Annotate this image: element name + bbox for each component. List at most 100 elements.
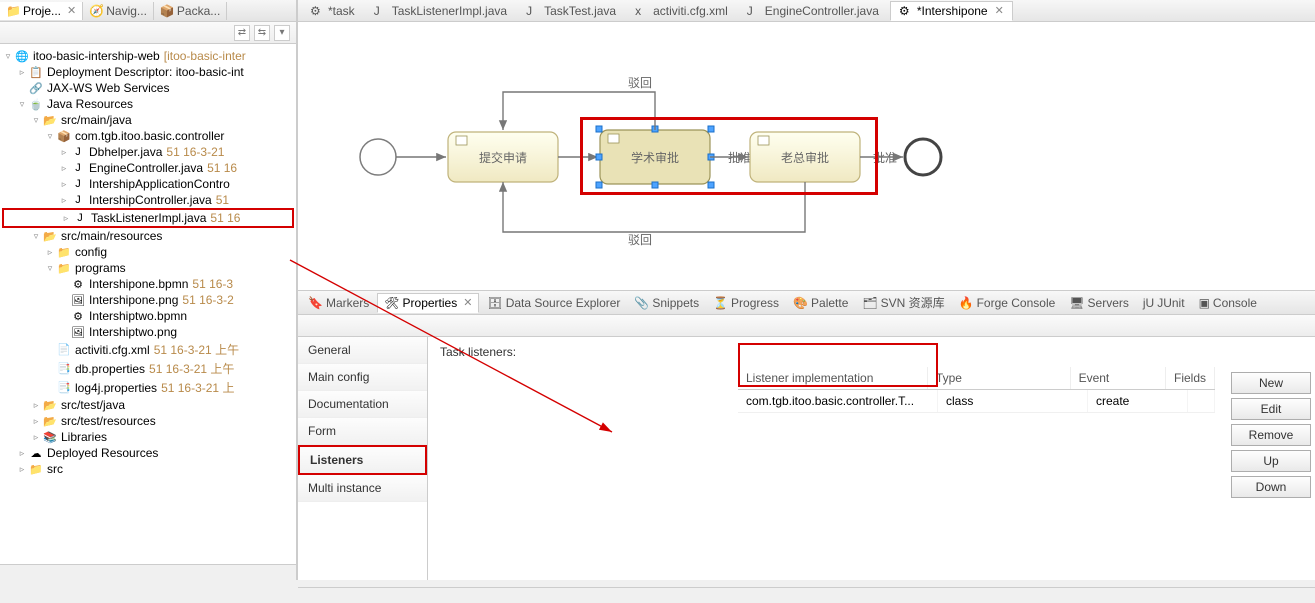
- bpmn-canvas[interactable]: 提交申请 学术审批 批准: [298, 22, 1315, 290]
- tree-item[interactable]: ▿📁programs: [2, 260, 294, 276]
- prop-nav-form[interactable]: Form: [298, 418, 427, 445]
- tree-file[interactable]: ▹JIntershipApplicationContro: [2, 176, 294, 192]
- tab-junit[interactable]: jUJUnit: [1137, 294, 1191, 312]
- start-event[interactable]: [360, 139, 396, 175]
- tree-file[interactable]: 📑db.properties51 16-3-21 上午: [2, 359, 294, 378]
- editor-tab-task[interactable]: ⚙*task: [302, 2, 364, 20]
- cell-fields: [1188, 390, 1215, 412]
- view-menu-button[interactable]: ▾: [274, 25, 290, 41]
- edit-button[interactable]: Edit: [1231, 398, 1311, 420]
- editor-tab-enginectrl[interactable]: JEngineController.java: [739, 2, 888, 20]
- tree-item[interactable]: ▹📂src/test/java: [2, 397, 294, 413]
- properties-icon: 🛠: [384, 296, 399, 310]
- prop-nav-mainconfig[interactable]: Main config: [298, 364, 427, 391]
- png-icon: 🖼: [70, 325, 86, 339]
- tree-file[interactable]: ▹JEngineController.java51 16: [2, 160, 294, 176]
- tab-servers[interactable]: 🖥Servers: [1063, 294, 1135, 312]
- tree-item[interactable]: ▹☁Deployed Resources: [2, 445, 294, 461]
- tab-progress[interactable]: ⏳Progress: [707, 294, 785, 312]
- tree-file[interactable]: ▹JIntershipController.java51: [2, 192, 294, 208]
- end-event[interactable]: [905, 139, 941, 175]
- content-scrollbar[interactable]: [298, 587, 1315, 603]
- tree-item[interactable]: ▹📚Libraries: [2, 429, 294, 445]
- user-task-icon: [608, 134, 619, 143]
- tree-file[interactable]: ⚙Intershipone.bpmn51 16-3: [2, 276, 294, 292]
- collapse-all-button[interactable]: ⇄: [234, 25, 250, 41]
- java-file-icon: J: [526, 4, 540, 18]
- bpmn-icon: ⚙: [70, 277, 86, 291]
- tree-item[interactable]: ▹📁src: [2, 461, 294, 477]
- prop-nav-listeners[interactable]: Listeners: [298, 445, 427, 475]
- sequence-flow-reject[interactable]: [503, 182, 805, 232]
- tree-file[interactable]: 🖼Intershiptwo.png: [2, 324, 294, 340]
- source-folder-icon: 📂: [42, 229, 58, 243]
- tree-item[interactable]: ▹📁config: [2, 244, 294, 260]
- close-icon[interactable]: ✕: [67, 4, 76, 17]
- svg-text:驳回: 驳回: [628, 76, 652, 90]
- tab-label: Packa...: [177, 4, 220, 18]
- table-row[interactable]: com.tgb.itoo.basic.controller.T... class…: [738, 390, 1215, 413]
- java-file-icon: J: [70, 145, 86, 159]
- editor-tab-tasklistener[interactable]: JTaskListenerImpl.java: [366, 2, 516, 20]
- tab-console[interactable]: ▣Console: [1193, 294, 1263, 312]
- library-icon: 📚: [42, 430, 58, 444]
- new-button[interactable]: New: [1231, 372, 1311, 394]
- tree-item[interactable]: ▹📂src/test/resources: [2, 413, 294, 429]
- tree-item[interactable]: ▹📋Deployment Descriptor: itoo-basic-int: [2, 64, 294, 80]
- down-button[interactable]: Down: [1231, 476, 1311, 498]
- prop-nav-documentation[interactable]: Documentation: [298, 391, 427, 418]
- folder-icon: 📁: [6, 4, 20, 18]
- tree-item[interactable]: 🔗JAX-WS Web Services: [2, 80, 294, 96]
- tab-palette[interactable]: 🎨Palette: [787, 294, 854, 312]
- tab-snippets[interactable]: 📎Snippets: [628, 294, 705, 312]
- selection-handle[interactable]: [708, 182, 714, 188]
- tab-navigator[interactable]: 🧭 Navig...: [83, 2, 154, 20]
- selection-handle[interactable]: [708, 126, 714, 132]
- editor-tab-intershipone[interactable]: ⚙*Intershipone✕: [890, 1, 1013, 21]
- section-title: Task listeners:: [440, 345, 1303, 359]
- tree-item[interactable]: ▿📂src/main/java: [2, 112, 294, 128]
- listeners-table[interactable]: Listener implementation Type Event Field…: [738, 367, 1215, 572]
- svg-text:驳回: 驳回: [628, 233, 652, 247]
- close-icon[interactable]: ✕: [463, 296, 472, 309]
- tree-file[interactable]: 📑log4j.properties51 16-3-21 上: [2, 378, 294, 397]
- tree-item[interactable]: ▿🍵Java Resources: [2, 96, 294, 112]
- editor-tab-activiticfg[interactable]: xactiviti.cfg.xml: [627, 2, 737, 20]
- selection-handle[interactable]: [596, 182, 602, 188]
- tree-file[interactable]: ▹JDbhelper.java51 16-3-21: [2, 144, 294, 160]
- sidebar-scrollbar[interactable]: [0, 564, 296, 580]
- editor-tab-tasktest[interactable]: JTaskTest.java: [518, 2, 625, 20]
- tree-item[interactable]: ▿📂src/main/resources: [2, 228, 294, 244]
- selection-handle[interactable]: [596, 126, 602, 132]
- tab-properties[interactable]: 🛠Properties✕: [377, 293, 479, 313]
- tab-svn[interactable]: 🗂SVN 资源库: [856, 292, 950, 313]
- remove-button[interactable]: Remove: [1231, 424, 1311, 446]
- selection-handle[interactable]: [652, 182, 658, 188]
- tree-file[interactable]: 📄activiti.cfg.xml51 16-3-21 上午: [2, 340, 294, 359]
- tree-file-tasklistener[interactable]: ▹JTaskListenerImpl.java51 16: [2, 208, 294, 228]
- tree-item[interactable]: ▿📦com.tgb.itoo.basic.controller: [2, 128, 294, 144]
- tree-file[interactable]: 🖼Intershipone.png51 16-3-2: [2, 292, 294, 308]
- prop-nav-general[interactable]: General: [298, 337, 427, 364]
- tab-package-explorer[interactable]: 📦 Packa...: [154, 2, 227, 20]
- tree-file[interactable]: ⚙Intershiptwo.bpmn: [2, 308, 294, 324]
- tree-project-root[interactable]: ▿🌐itoo-basic-intership-web[itoo-basic-in…: [2, 48, 294, 64]
- tab-project-explorer[interactable]: 📁 Proje... ✕: [0, 2, 83, 20]
- project-tree[interactable]: ▿🌐itoo-basic-intership-web[itoo-basic-in…: [0, 44, 296, 564]
- close-icon[interactable]: ✕: [995, 4, 1004, 17]
- package-icon: 📦: [160, 4, 174, 18]
- source-folder-icon: 📂: [42, 414, 58, 428]
- tab-markers[interactable]: 🔖Markers: [302, 294, 375, 312]
- prop-nav-multi[interactable]: Multi instance: [298, 475, 427, 502]
- selection-handle[interactable]: [596, 154, 602, 160]
- up-button[interactable]: Up: [1231, 450, 1311, 472]
- java-file-icon: J: [72, 211, 88, 225]
- sequence-flow-reject[interactable]: [503, 92, 655, 130]
- activiti-icon: ⚙: [310, 4, 324, 18]
- cell-type: class: [938, 390, 1088, 412]
- tab-datasource[interactable]: 🗄Data Source Explorer: [481, 294, 626, 312]
- activiti-icon: ⚙: [899, 4, 913, 18]
- tab-forge[interactable]: 🔥Forge Console: [953, 294, 1062, 312]
- servers-icon: 🖥: [1069, 296, 1084, 310]
- link-editor-button[interactable]: ⇆: [254, 25, 270, 41]
